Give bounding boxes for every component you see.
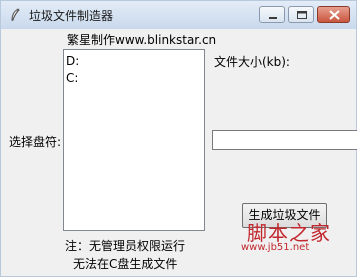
drive-list-item[interactable]: C:: [66, 70, 202, 87]
main-content: 繁星制作www.blinkstar.cn D: C: 选择盘符: 文件大小(kb…: [1, 29, 357, 276]
watermark-url: www.jb51.net: [241, 242, 310, 253]
watermark-logo: 脚本之家 www.jb51.net: [237, 217, 355, 257]
maximize-button[interactable]: [288, 6, 314, 23]
header-text: 繁星制作www.blinkstar.cn: [67, 33, 217, 47]
close-button[interactable]: [317, 6, 350, 23]
drive-listbox[interactable]: D: C:: [63, 49, 205, 231]
size-input[interactable]: [212, 130, 357, 150]
feather-icon: [7, 7, 23, 23]
note-line-1: 注：无管理员权限运行: [65, 239, 186, 253]
window-title: 垃圾文件制造器: [29, 9, 114, 23]
minimize-button[interactable]: [259, 6, 285, 23]
title-bar[interactable]: 垃圾文件制造器: [1, 1, 356, 29]
drive-label: 选择盘符:: [9, 135, 62, 149]
app-window: 垃圾文件制造器 繁星制作www.blinkstar.cn D: C: 选择盘符:…: [0, 0, 357, 277]
drive-list-item[interactable]: D:: [66, 53, 202, 70]
size-label: 文件大小(kb):: [214, 55, 290, 69]
note-line-2: 无法在C盘生成文件: [73, 257, 178, 271]
